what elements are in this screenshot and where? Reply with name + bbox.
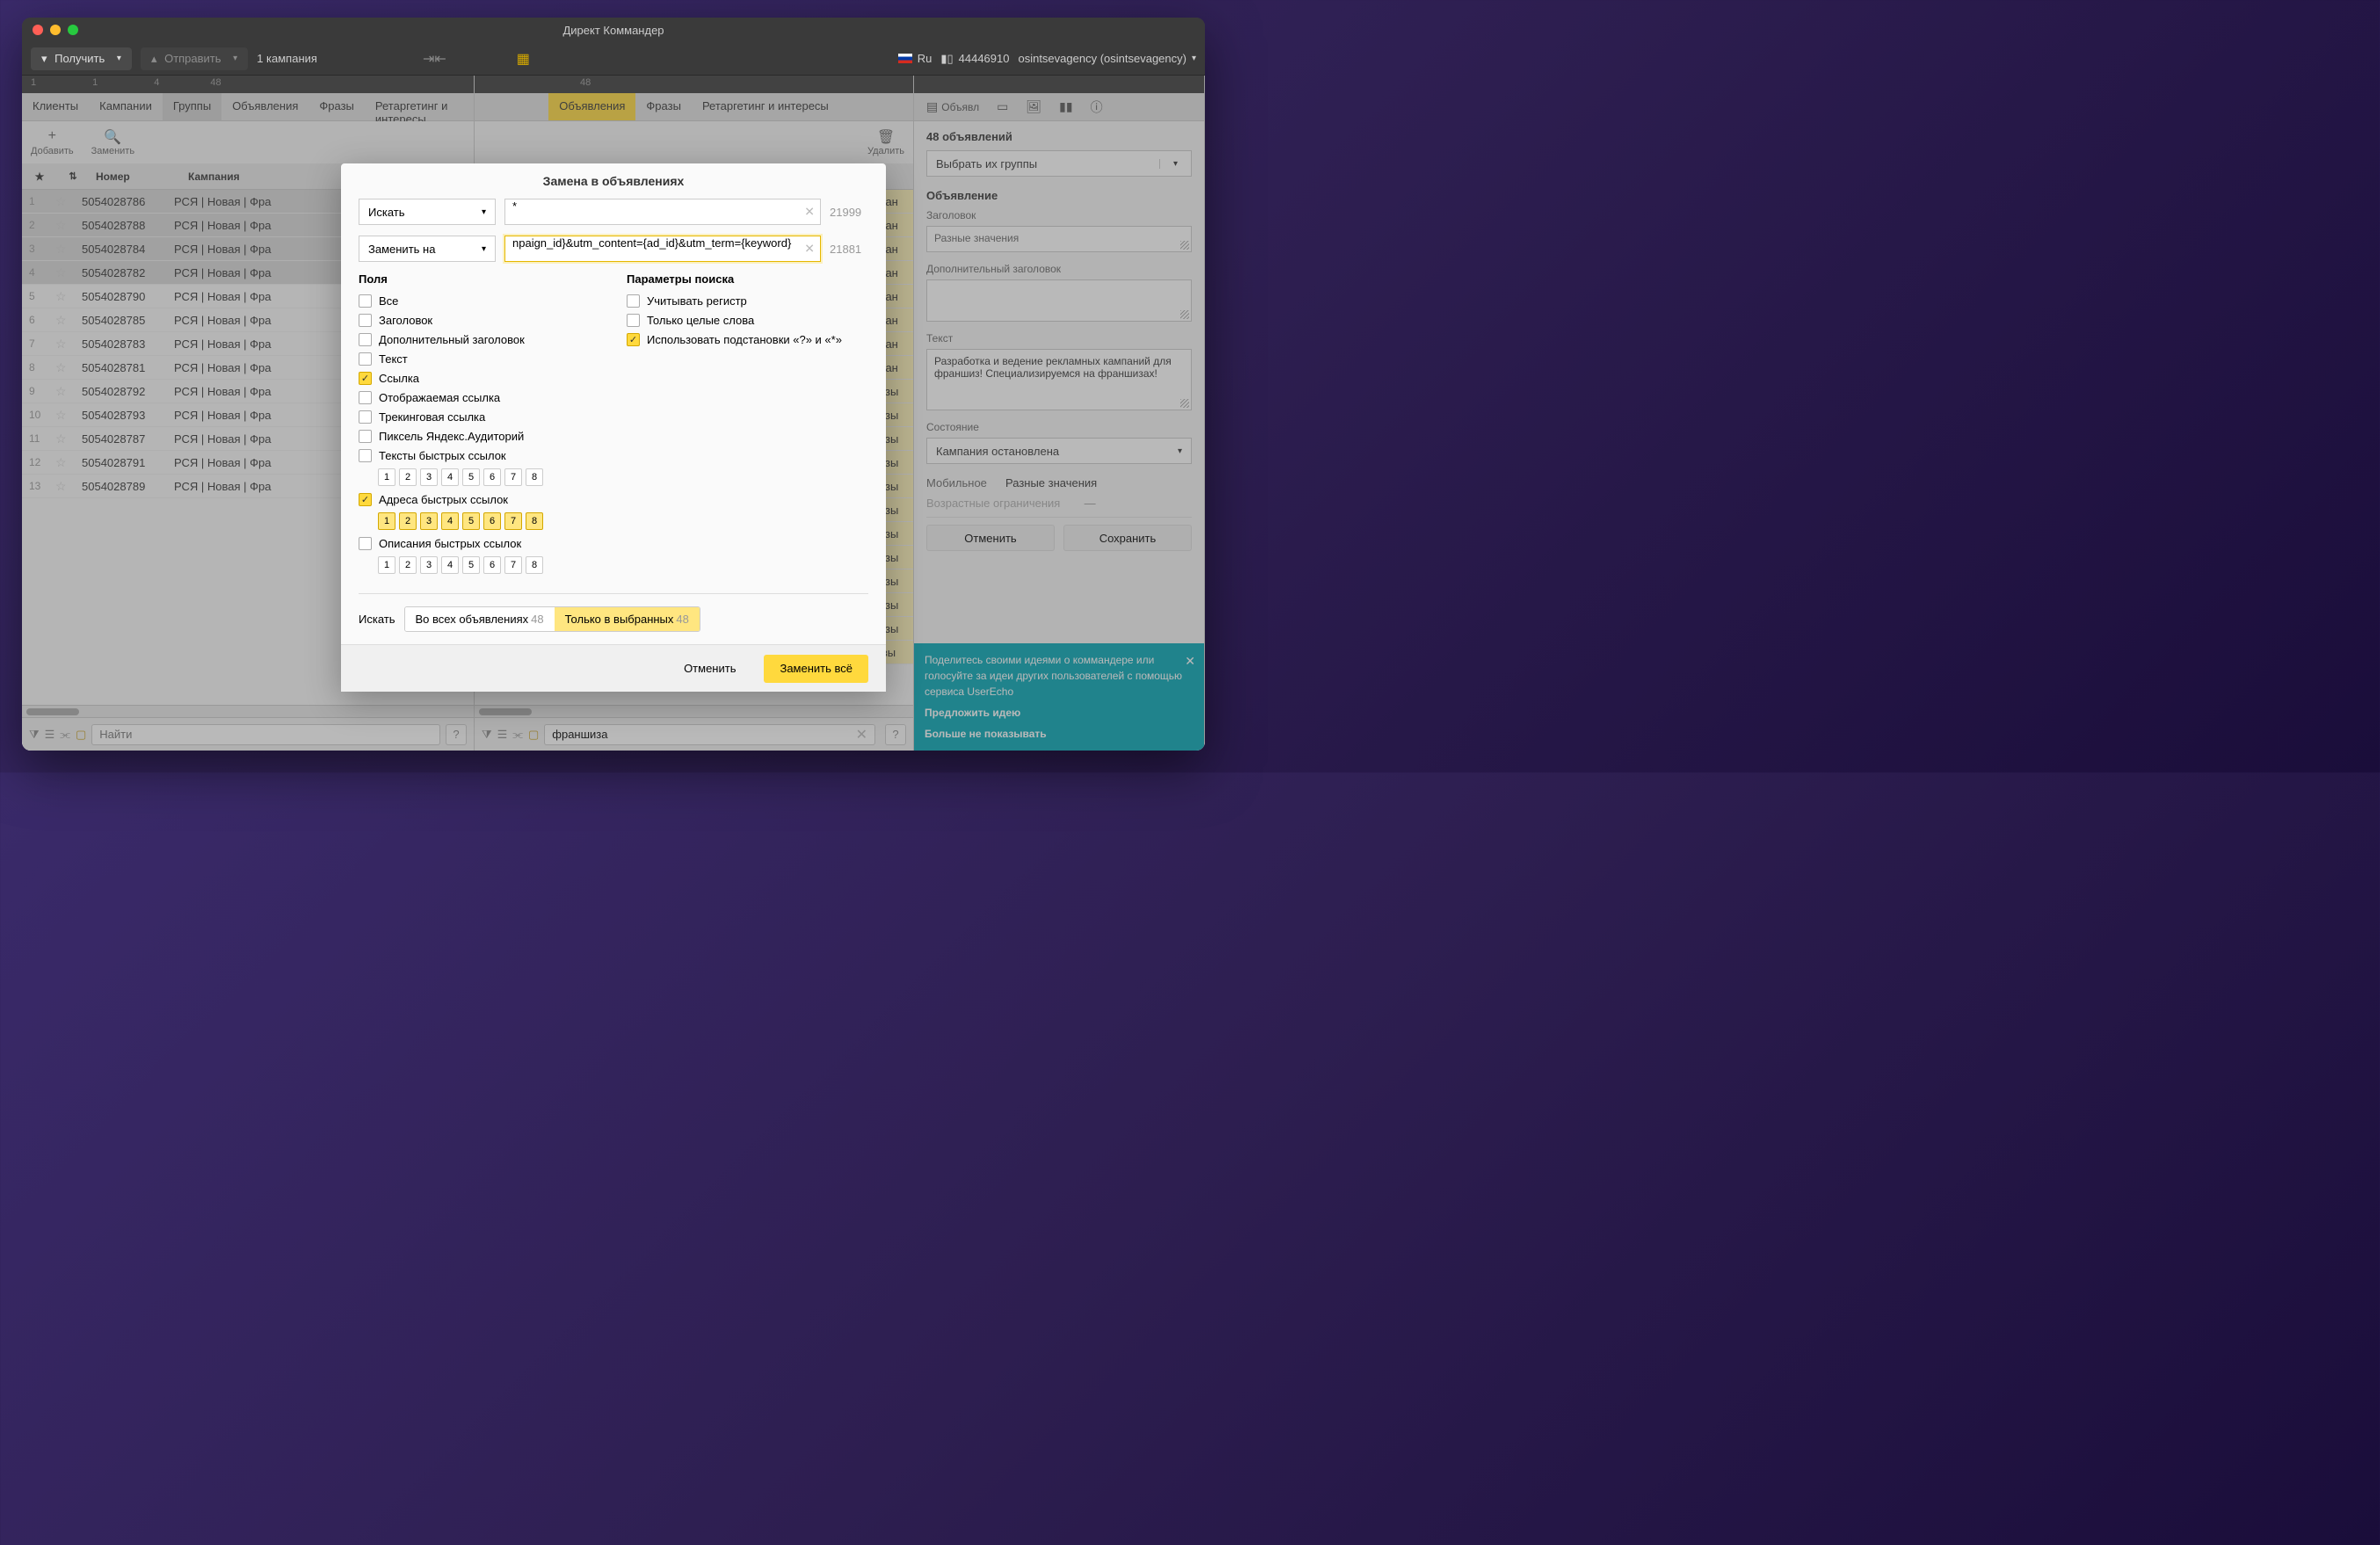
replace-modal: Замена в объявлениях Искать▾ *✕ 21999 За…	[341, 163, 886, 692]
user-menu[interactable]: osintsevagency (osintsevagency)▾	[1018, 52, 1196, 65]
send-button[interactable]: ▴ Отправить ▾	[141, 47, 248, 70]
num-toggle[interactable]: 8	[526, 468, 543, 486]
window-title: Директ Коммандер	[562, 24, 664, 37]
replace-input[interactable]: npaign_id}&utm_content={ad_id}&utm_term=…	[504, 236, 821, 262]
balance: ▮▯44446910	[940, 52, 1009, 66]
close-light[interactable]	[33, 25, 43, 35]
main-toolbar: ▾ Получить ▾ ▴ Отправить ▾ 1 кампания ⇥⇤…	[22, 42, 1205, 76]
scope-all[interactable]: Во всех объявлениях48	[405, 607, 555, 631]
get-button[interactable]: ▾ Получить ▾	[31, 47, 132, 70]
modal-replace-all-button[interactable]: Заменить всё	[764, 655, 868, 683]
num-toggle[interactable]: 5	[462, 468, 480, 486]
num-toggle[interactable]: 1	[378, 512, 395, 530]
num-toggle[interactable]: 7	[504, 512, 522, 530]
num-toggle[interactable]: 4	[441, 512, 459, 530]
num-toggle[interactable]: 2	[399, 512, 417, 530]
field-checkbox[interactable]: Трекинговая ссылка	[359, 410, 600, 424]
campaign-count: 1 кампания	[257, 52, 317, 65]
num-toggle[interactable]: 7	[504, 468, 522, 486]
num-toggle[interactable]: 5	[462, 512, 480, 530]
scope-label: Искать	[359, 613, 395, 626]
collapse-icon[interactable]: ⇥⇤	[423, 50, 446, 68]
field-checkbox[interactable]: Отображаемая ссылка	[359, 391, 600, 404]
field-checkbox[interactable]: ✓Адреса быстрых ссылок	[359, 493, 600, 506]
num-toggle[interactable]: 7	[504, 556, 522, 574]
field-checkbox[interactable]: Дополнительный заголовок	[359, 333, 600, 346]
clear-icon[interactable]: ✕	[804, 205, 815, 220]
num-toggle[interactable]: 5	[462, 556, 480, 574]
modal-cancel-button[interactable]: Отменить	[668, 655, 751, 683]
num-toggle[interactable]: 6	[483, 468, 501, 486]
param-checkbox[interactable]: Только целые слова	[627, 314, 868, 327]
battery-icon: ▮▯	[940, 52, 953, 66]
num-toggle[interactable]: 1	[378, 468, 395, 486]
clear-icon[interactable]: ✕	[804, 242, 815, 257]
param-checkbox[interactable]: ✓Использовать подстановки «?» и «*»	[627, 333, 868, 346]
num-toggle[interactable]: 3	[420, 468, 438, 486]
replace-mode-select[interactable]: Заменить на▾	[359, 236, 496, 262]
fields-column: Поля Все Заголовок Дополнительный заголово…	[359, 272, 600, 581]
num-toggle[interactable]: 1	[378, 556, 395, 574]
num-toggle[interactable]: 8	[526, 512, 543, 530]
titlebar: Директ Коммандер	[22, 18, 1205, 42]
params-column: Параметры поиска Учитывать регистр Только…	[627, 272, 868, 581]
params-heading: Параметры поиска	[627, 272, 868, 286]
param-checkbox[interactable]: Учитывать регистр	[627, 294, 868, 308]
zoom-light[interactable]	[68, 25, 78, 35]
num-toggle[interactable]: 3	[420, 512, 438, 530]
num-toggle[interactable]: 8	[526, 556, 543, 574]
notebook-icon[interactable]: ▦	[517, 50, 530, 68]
num-toggle[interactable]: 2	[399, 468, 417, 486]
field-checkbox[interactable]: ✓Ссылка	[359, 372, 600, 385]
field-checkbox[interactable]: Заголовок	[359, 314, 600, 327]
scope-segment: Во всех объявлениях48 Только в выбранных…	[404, 606, 700, 632]
fields-heading: Поля	[359, 272, 600, 286]
num-toggle[interactable]: 4	[441, 556, 459, 574]
num-toggle[interactable]: 6	[483, 556, 501, 574]
num-toggle[interactable]: 6	[483, 512, 501, 530]
modal-title: Замена в объявлениях	[341, 163, 886, 199]
app-window: Директ Коммандер ▾ Получить ▾ ▴ Отправит…	[22, 18, 1205, 751]
replace-count: 21881	[830, 243, 868, 256]
field-checkbox[interactable]: Пиксель Яндекс.Аудиторий	[359, 430, 600, 443]
search-mode-select[interactable]: Искать▾	[359, 199, 496, 225]
num-toggle[interactable]: 3	[420, 556, 438, 574]
num-toggle[interactable]: 4	[441, 468, 459, 486]
country-selector[interactable]: Ru	[898, 52, 932, 65]
num-toggle[interactable]: 2	[399, 556, 417, 574]
field-checkbox[interactable]: Текст	[359, 352, 600, 366]
modal-overlay: Замена в объявлениях Искать▾ *✕ 21999 За…	[22, 76, 1205, 751]
search-input[interactable]: *✕	[504, 199, 821, 225]
scope-selected[interactable]: Только в выбранных48	[555, 607, 700, 631]
minimize-light[interactable]	[50, 25, 61, 35]
search-count: 21999	[830, 206, 868, 219]
field-checkbox[interactable]: Описания быстрых ссылок	[359, 537, 600, 550]
field-checkbox[interactable]: Все	[359, 294, 600, 308]
flag-ru-icon	[898, 54, 912, 63]
field-checkbox[interactable]: Тексты быстрых ссылок	[359, 449, 600, 462]
